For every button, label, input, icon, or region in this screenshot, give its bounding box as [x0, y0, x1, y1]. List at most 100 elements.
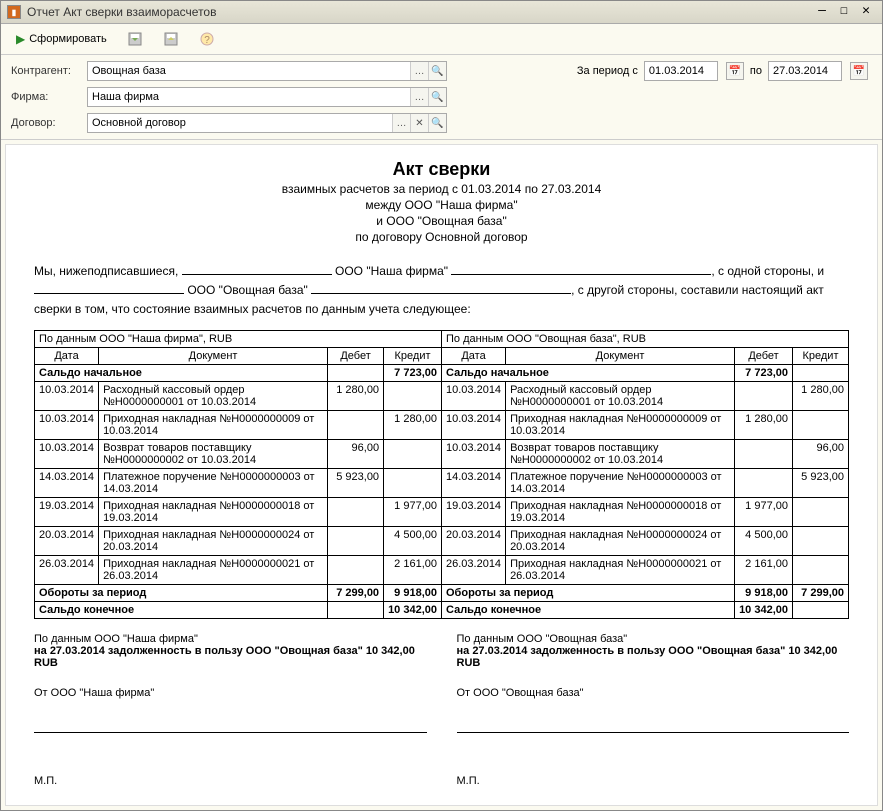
cell-lc: 4 500,00 [384, 526, 442, 555]
signature-line [34, 719, 427, 733]
cell-lc: 1 977,00 [384, 497, 442, 526]
doc-sub1: взаимных расчетов за период с 01.03.2014… [34, 182, 849, 196]
table-row: 20.03.2014Приходная накладная №Н00000000… [35, 526, 849, 555]
magnifier-icon: 🔍 [431, 66, 443, 77]
maximize-button[interactable]: ☐ [834, 4, 854, 20]
cell-doc: Расходный кассовый ордер №Н0000000001 от… [99, 381, 328, 410]
load-icon [163, 31, 179, 47]
cell-ld [328, 555, 384, 584]
cell-date: 20.03.2014 [35, 526, 99, 555]
foot-right-debt: на 27.03.2014 задолженность в пользу ООО… [457, 645, 850, 669]
turnover-label-r: Обороты за период [442, 584, 735, 601]
calendar-from-button[interactable]: 📅 [726, 62, 744, 80]
contract-input[interactable] [88, 114, 392, 132]
cell-doc: Возврат товаров поставщику №Н0000000002 … [99, 439, 328, 468]
minimize-button[interactable]: — [812, 4, 832, 20]
firm-input[interactable] [88, 88, 410, 106]
titlebar: ▮ Отчет Акт сверки взаиморасчетов — ☐ ✕ [1, 1, 882, 24]
reconciliation-table: По данным ООО "Наша фирма", RUB По данны… [34, 330, 849, 619]
foot-left-debt: на 27.03.2014 задолженность в пользу ООО… [34, 645, 427, 669]
cell-rc: 1 280,00 [793, 381, 849, 410]
col-date: Дата [35, 347, 99, 364]
blank-line [182, 274, 332, 275]
contract-clear-button[interactable]: ✕ [410, 114, 428, 132]
cell-rc [793, 555, 849, 584]
contract-lookup-button[interactable]: 🔍 [428, 114, 446, 132]
left-header: По данным ООО "Наша фирма", RUB [35, 330, 442, 347]
col-doc: Документ [99, 347, 328, 364]
cell-rd: 2 161,00 [735, 555, 793, 584]
params-panel: Контрагент: … 🔍 За период с 📅 по 📅 Фирма… [1, 55, 882, 140]
period-to-input[interactable] [769, 65, 841, 77]
contract-field[interactable]: … ✕ 🔍 [87, 113, 447, 133]
table-row: 10.03.2014Приходная накладная №Н00000000… [35, 410, 849, 439]
period-row: За период с 📅 по 📅 [453, 61, 872, 81]
close-button[interactable]: ✕ [856, 4, 876, 20]
counterparty-lookup-button[interactable]: 🔍 [428, 62, 446, 80]
cell-doc: Приходная накладная №Н0000000024 от 20.0… [99, 526, 328, 555]
generate-label: Сформировать [29, 33, 107, 45]
calendar-icon: 📅 [729, 66, 741, 77]
counterparty-select-button[interactable]: … [410, 62, 428, 80]
cell-rc: 5 923,00 [793, 468, 849, 497]
turn-rd: 9 918,00 [735, 584, 793, 601]
footer-right: По данным ООО "Овощная база" на 27.03.20… [457, 633, 850, 787]
counterparty-field[interactable]: … 🔍 [87, 61, 447, 81]
foot-left-from: От ООО "Наша фирма" [34, 687, 427, 699]
firm-select-button[interactable]: … [410, 88, 428, 106]
saldo-start-left: 7 723,00 [384, 364, 442, 381]
saldo-end-label-r: Сальдо конечное [442, 601, 735, 618]
period-from-label: За период с [577, 65, 638, 77]
firm-label: Фирма: [11, 91, 81, 103]
cell-rd: 1 977,00 [735, 497, 793, 526]
contract-label: Договор: [11, 117, 81, 129]
table-row: 19.03.2014Приходная накладная №Н00000000… [35, 497, 849, 526]
help-button[interactable]: ? [192, 28, 222, 50]
cell-date: 10.03.2014 [35, 439, 99, 468]
table-row: 10.03.2014Расходный кассовый ордер №Н000… [35, 381, 849, 410]
counterparty-label: Контрагент: [11, 65, 81, 77]
save-icon [127, 31, 143, 47]
report-body[interactable]: Акт сверки взаимных расчетов за период с… [5, 144, 878, 806]
foot-right-from: От ООО "Овощная база" [457, 687, 850, 699]
foot-right-src: По данным ООО "Овощная база" [457, 633, 850, 645]
period-to-field[interactable] [768, 61, 842, 81]
contract-select-button[interactable]: … [392, 114, 410, 132]
generate-button[interactable]: ▶ Сформировать [9, 29, 114, 49]
magnifier-icon: 🔍 [431, 118, 443, 129]
cell-date: 19.03.2014 [35, 497, 99, 526]
cell-rc: 96,00 [793, 439, 849, 468]
cell-doc-r: Приходная накладная №Н0000000018 от 19.0… [506, 497, 735, 526]
report-window: ▮ Отчет Акт сверки взаиморасчетов — ☐ ✕ … [0, 0, 883, 811]
cell-rc [793, 410, 849, 439]
cell-doc-r: Расходный кассовый ордер №Н0000000001 от… [506, 381, 735, 410]
cell-rc [793, 526, 849, 555]
firm-field[interactable]: … 🔍 [87, 87, 447, 107]
cell-ld [328, 526, 384, 555]
period-from-field[interactable] [644, 61, 718, 81]
blank-line [311, 293, 571, 294]
cell-rc [793, 497, 849, 526]
magnifier-icon: 🔍 [431, 92, 443, 103]
mp-left: М.П. [34, 775, 427, 787]
col-credit: Кредит [384, 347, 442, 364]
cell-doc: Платежное поручение №Н0000000003 от 14.0… [99, 468, 328, 497]
counterparty-input[interactable] [88, 62, 410, 80]
save-settings-button[interactable] [120, 28, 150, 50]
table-row: 14.03.2014Платежное поручение №Н00000000… [35, 468, 849, 497]
cell-doc-r: Возврат товаров поставщику №Н0000000002 … [506, 439, 735, 468]
cell-doc: Приходная накладная №Н0000000018 от 19.0… [99, 497, 328, 526]
load-settings-button[interactable] [156, 28, 186, 50]
calendar-to-button[interactable]: 📅 [850, 62, 868, 80]
blank-line [451, 274, 711, 275]
preamble: Мы, нижеподписавшиеся, ООО "Наша фирма" … [34, 262, 849, 320]
turn-lc: 9 918,00 [384, 584, 442, 601]
period-from-input[interactable] [645, 65, 717, 77]
doc-sub4: по договору Основной договор [34, 230, 849, 244]
cell-date-r: 10.03.2014 [442, 381, 506, 410]
cell-rd [735, 468, 793, 497]
cell-date-r: 19.03.2014 [442, 497, 506, 526]
cell-ld: 96,00 [328, 439, 384, 468]
right-header: По данным ООО "Овощная база", RUB [442, 330, 849, 347]
firm-lookup-button[interactable]: 🔍 [428, 88, 446, 106]
